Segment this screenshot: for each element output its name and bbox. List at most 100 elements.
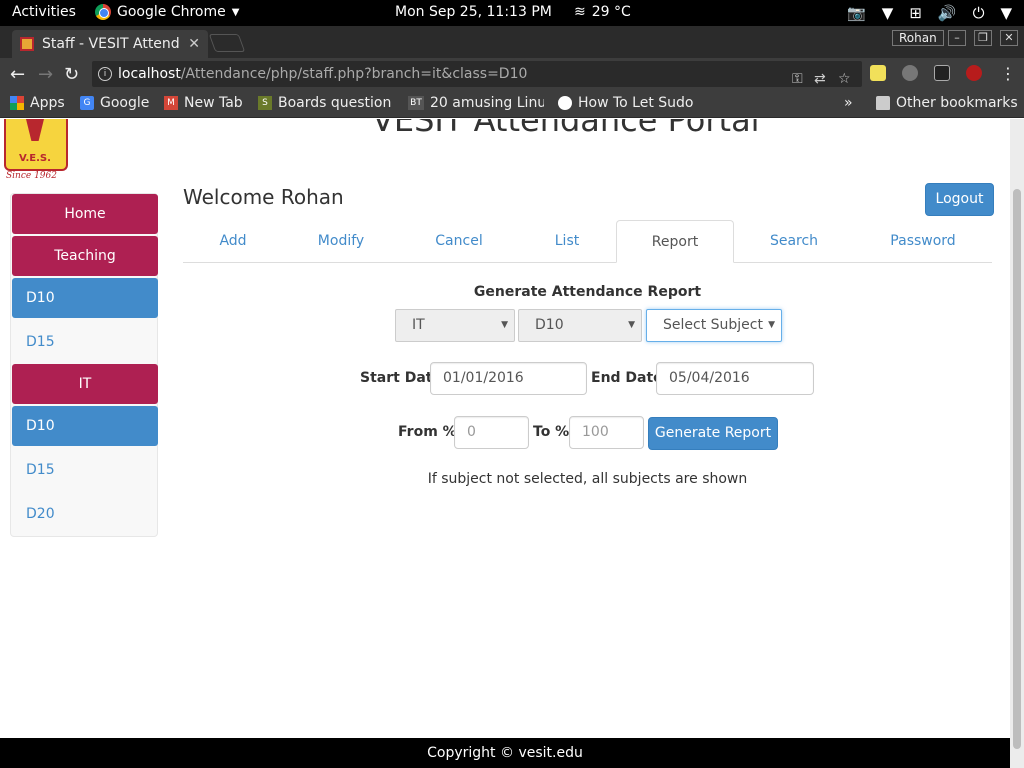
subject-select[interactable]: Select Subject ▼: [646, 309, 782, 342]
extension-icon[interactable]: [934, 65, 950, 81]
select-arrow-icon: ▼: [768, 320, 775, 330]
tab-search[interactable]: Search: [744, 220, 844, 263]
forward-arrow-icon[interactable]: →: [38, 64, 53, 85]
sidebar: Home Teaching D10 D15 IT D10 D15 D20: [10, 193, 158, 537]
caret-down-icon: ▼: [881, 4, 894, 22]
browser-tab-title: Staff - VESIT Attendance Portal: [42, 36, 180, 52]
address-bar[interactable]: i localhost/Attendance/php/staff.php?bra…: [92, 61, 862, 87]
google-icon: G: [80, 96, 94, 110]
url-host: localhost: [118, 66, 181, 82]
browser-toolbar: ← → ↻ i localhost/Attendance/php/staff.p…: [0, 58, 1024, 90]
network-icon: ⊞: [909, 4, 922, 22]
bookmark-apps[interactable]: Apps: [10, 95, 65, 111]
minimize-icon[interactable]: –: [948, 30, 966, 46]
site-icon: [558, 96, 572, 110]
end-date-label: End Date: [591, 370, 663, 386]
tab-add[interactable]: Add: [183, 220, 283, 263]
logout-button[interactable]: Logout: [925, 183, 994, 216]
sidebar-item-home[interactable]: Home: [12, 194, 158, 234]
folder-icon: [876, 96, 890, 110]
from-percent-label: From %: [398, 424, 457, 440]
star-icon[interactable]: ☆: [838, 66, 851, 92]
extension-icon[interactable]: [870, 65, 886, 81]
new-tab-button[interactable]: [208, 34, 246, 52]
system-tray[interactable]: 📷 ▼ ⊞ 🔊 ⏻ ▼: [847, 4, 1012, 22]
start-date-input[interactable]: 01/01/2016: [430, 362, 587, 395]
restore-icon[interactable]: ❐: [974, 30, 992, 46]
sidebar-item-teaching[interactable]: Teaching: [12, 236, 158, 276]
bookmark-label: New Tab: [184, 95, 243, 111]
end-date-input[interactable]: 05/04/2016: [656, 362, 814, 395]
bookmark-boards[interactable]: S Boards question p: [258, 95, 394, 111]
apps-grid-icon: [10, 96, 24, 110]
page-viewport: VESIT Attendance Portal V.E.S. Since 196…: [0, 119, 1024, 768]
menu-dots-icon[interactable]: ⋮: [1000, 64, 1016, 83]
profile-button[interactable]: Rohan: [892, 30, 944, 46]
report-form-title: Generate Attendance Report: [473, 284, 702, 300]
logo-text: V.E.S.: [19, 153, 51, 164]
fog-icon: ≋: [574, 4, 586, 20]
from-percent-input[interactable]: 0: [454, 416, 529, 449]
generate-report-button[interactable]: Generate Report: [648, 417, 778, 450]
scrollbar-thumb[interactable]: [1013, 189, 1021, 749]
select-arrow-icon: ▼: [628, 320, 635, 330]
report-note: If subject not selected, all subjects ar…: [427, 471, 748, 487]
bookmark-label: Other bookmarks: [896, 95, 1018, 111]
to-percent-input[interactable]: 100: [569, 416, 644, 449]
bookmark-label: Boards question p: [278, 95, 394, 111]
app-menu[interactable]: Google Chrome ▼: [95, 4, 239, 20]
caret-down-icon: ▼: [1000, 4, 1012, 22]
app-menu-label: Google Chrome: [117, 4, 226, 20]
tab-cancel[interactable]: Cancel: [409, 220, 509, 263]
ublock-icon[interactable]: [966, 65, 982, 81]
clock[interactable]: Mon Sep 25, 11:13 PM: [395, 4, 552, 20]
bookmark-sudo[interactable]: How To Let Sudo: [558, 95, 694, 111]
translate-icon[interactable]: ⇄: [814, 66, 826, 92]
tab-report[interactable]: Report: [616, 220, 734, 263]
close-window-icon[interactable]: ✕: [1000, 30, 1018, 46]
branch-select-value: IT: [412, 317, 425, 333]
key-icon[interactable]: ⚿: [792, 66, 803, 92]
browser-tab[interactable]: Staff - VESIT Attendance Portal ✕: [12, 30, 208, 58]
volume-icon: 🔊: [937, 4, 957, 22]
reload-icon[interactable]: ↻: [64, 64, 79, 85]
tab-password[interactable]: Password: [873, 220, 973, 263]
branch-select[interactable]: IT ▼: [395, 309, 515, 342]
activities-button[interactable]: Activities: [12, 4, 76, 20]
tab-modify[interactable]: Modify: [291, 220, 391, 263]
tab-list[interactable]: List: [517, 220, 617, 263]
temperature: 29 °C: [591, 4, 631, 20]
close-icon[interactable]: ✕: [188, 36, 200, 52]
info-icon[interactable]: i: [98, 67, 112, 81]
bookmark-new-tab[interactable]: M New Tab: [164, 95, 243, 111]
bookmarks-bar: Apps G Google M New Tab S Boards questio…: [0, 90, 1024, 118]
sidebar-item-teaching-d10[interactable]: D10: [12, 278, 158, 318]
chrome-logo-icon: [95, 4, 111, 20]
browser-tab-strip: Staff - VESIT Attendance Portal ✕: [0, 26, 1024, 58]
camera-icon[interactable]: 📷: [847, 4, 866, 22]
sidebar-item-it-d10[interactable]: D10: [12, 406, 158, 446]
page-footer: Copyright © vesit.edu: [0, 738, 1010, 768]
bookmark-label: 20 amusing Linux: [430, 95, 544, 111]
sidebar-item-teaching-d15[interactable]: D15: [12, 322, 158, 362]
ves-favicon-icon: [20, 37, 34, 51]
vertical-scrollbar[interactable]: [1010, 119, 1024, 768]
staff-tabs: Add Modify Cancel List Report Search Pas…: [183, 220, 992, 263]
s-badge-icon: S: [258, 96, 272, 110]
bookmark-label: How To Let Sudo: [578, 95, 694, 111]
portal-title: VESIT Attendance Portal: [372, 119, 760, 139]
bookmark-linux[interactable]: BT 20 amusing Linux: [408, 95, 544, 111]
weather-indicator[interactable]: ≋ 29 °C: [574, 4, 631, 20]
bookmarks-overflow-icon[interactable]: »: [844, 95, 853, 111]
logo-since: Since 1962: [6, 171, 57, 181]
extension-icon[interactable]: [902, 65, 918, 81]
to-percent-label: To %: [533, 424, 570, 440]
bookmark-google[interactable]: G Google: [80, 95, 149, 111]
gmail-icon: M: [164, 96, 178, 110]
sidebar-item-it-d20[interactable]: D20: [12, 494, 158, 534]
class-select[interactable]: D10 ▼: [518, 309, 642, 342]
back-arrow-icon[interactable]: ←: [10, 64, 25, 85]
sidebar-item-it[interactable]: IT: [12, 364, 158, 404]
sidebar-item-it-d15[interactable]: D15: [12, 450, 158, 490]
other-bookmarks[interactable]: Other bookmarks: [876, 95, 1018, 111]
